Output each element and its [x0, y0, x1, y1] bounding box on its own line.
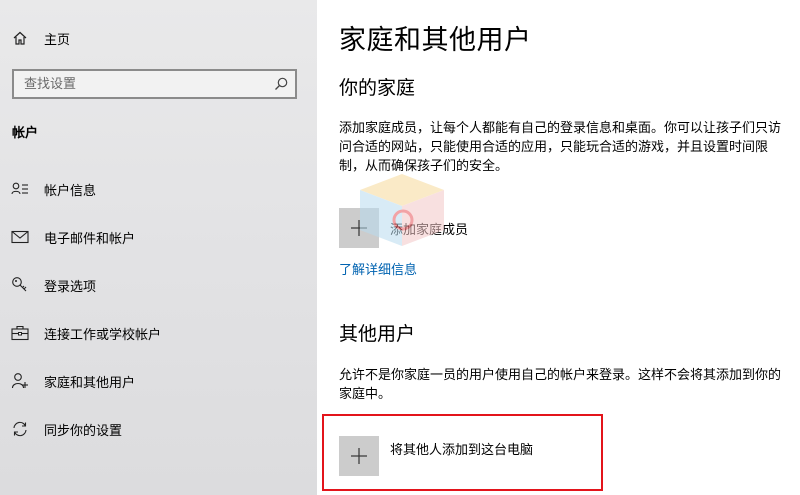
highlight-box — [322, 414, 603, 491]
sidebar-item-label: 登录选项 — [44, 279, 97, 295]
search-input[interactable] — [24, 75, 264, 93]
family-heading: 你的家庭 — [339, 77, 416, 99]
search-box — [12, 69, 297, 99]
sidebar-item-home[interactable]: 主页 — [0, 18, 317, 58]
sidebar-item-account-info[interactable]: 帐户信息 — [0, 169, 317, 209]
sidebar-item-email[interactable]: 电子邮件和帐户 — [0, 217, 317, 257]
sidebar-item-label: 电子邮件和帐户 — [44, 231, 136, 247]
sidebar-item-label: 家庭和其他用户 — [44, 375, 136, 391]
search-icon[interactable] — [273, 76, 289, 92]
other-users-heading: 其他用户 — [339, 323, 416, 345]
learn-more-link[interactable]: 了解详细信息 — [339, 259, 417, 278]
sidebar-item-label: 连接工作或学校帐户 — [44, 327, 162, 343]
key-icon — [11, 276, 29, 294]
watermark-logo-icon — [350, 170, 455, 250]
briefcase-icon — [11, 324, 29, 342]
sidebar: 主页 帐户 帐户信息 — [0, 0, 317, 495]
sidebar-item-sign-in-options[interactable]: 登录选项 — [0, 265, 317, 305]
family-description: 添加家庭成员，让每个人都能有自己的登录信息和桌面。你可以让孩子们只访问合适的网站… — [339, 121, 782, 174]
page-title: 家庭和其他用户 — [339, 25, 532, 56]
sidebar-item-label: 主页 — [44, 32, 71, 48]
sidebar-item-label: 同步你的设置 — [44, 423, 123, 439]
other-users-description: 允许不是你家庭一员的用户使用自己的帐户来登录。这样不会将其添加到你的家庭中。 — [339, 368, 782, 402]
user-info-icon — [11, 180, 29, 198]
sidebar-item-family[interactable]: 家庭和其他用户 — [0, 361, 317, 401]
section-header-accounts: 帐户 — [12, 126, 39, 141]
people-icon — [11, 372, 29, 390]
sync-icon — [11, 420, 29, 438]
sidebar-item-sync[interactable]: 同步你的设置 — [0, 409, 317, 449]
mail-icon — [11, 228, 29, 246]
sidebar-item-label: 帐户信息 — [44, 183, 97, 199]
home-icon — [11, 29, 29, 47]
sidebar-item-work-school[interactable]: 连接工作或学校帐户 — [0, 313, 317, 353]
